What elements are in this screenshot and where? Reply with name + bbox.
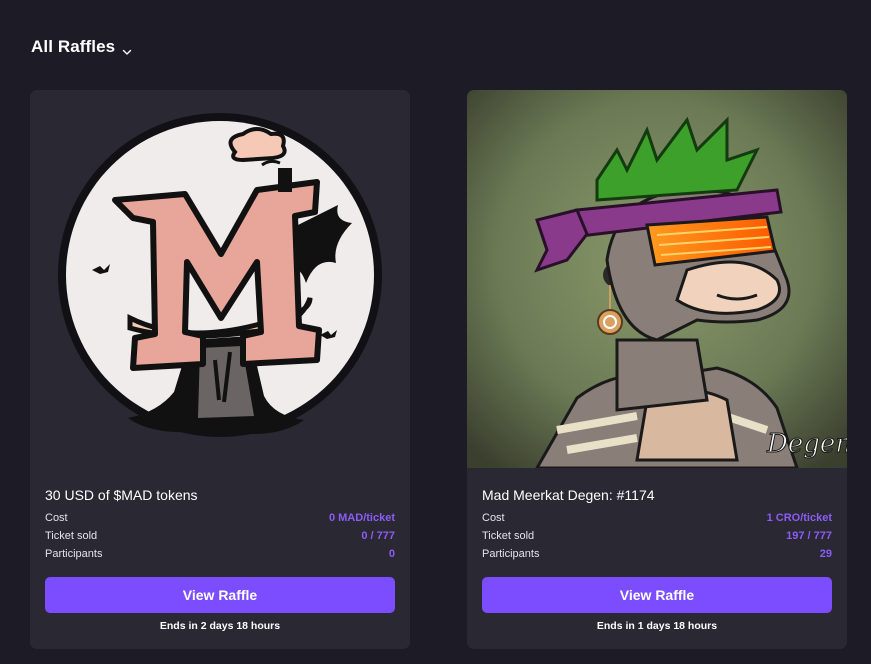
- participants-row: Participants 0: [45, 547, 395, 561]
- ends-in-text: Ends in 2 days 18 hours: [159, 620, 281, 632]
- participants-label: Participants: [45, 548, 103, 560]
- chevron-down-icon: [122, 44, 132, 55]
- raffle-image[interactable]: Degen: [467, 90, 847, 468]
- cost-value: 1 CRO/ticket: [766, 512, 832, 524]
- tickets-sold-row: Ticket sold 197 / 777: [482, 529, 832, 543]
- participants-value: 29: [819, 548, 832, 560]
- mad-token-logo: [30, 90, 410, 468]
- cost-value: 0 MAD/ticket: [328, 512, 395, 524]
- raffle-name: 30 USD of $MAD tokens: [45, 487, 198, 503]
- tickets-sold-value: 197 / 777: [786, 530, 832, 542]
- cost-label: Cost: [45, 512, 68, 524]
- cost-row: Cost 1 CRO/ticket: [482, 511, 832, 525]
- tickets-sold-label: Ticket sold: [45, 530, 98, 542]
- ends-in-text: Ends in 1 days 18 hours: [596, 620, 718, 632]
- participants-label: Participants: [482, 548, 540, 560]
- meerkat-degen-nft: Degen: [467, 90, 847, 468]
- tickets-sold-value: 0 / 777: [361, 530, 395, 542]
- tickets-sold-row: Ticket sold 0 / 777: [45, 529, 395, 543]
- view-raffle-button[interactable]: View Raffle: [482, 577, 832, 613]
- signature-text: Degen: [766, 429, 847, 459]
- cost-row: Cost 0 MAD/ticket: [45, 511, 395, 525]
- cost-label: Cost: [482, 512, 505, 524]
- raffles-filter-dropdown[interactable]: All Raffles: [31, 37, 132, 57]
- page-title: All Raffles: [31, 37, 116, 56]
- view-raffle-button[interactable]: View Raffle: [45, 577, 395, 613]
- raffle-image[interactable]: [30, 90, 410, 468]
- raffle-card: 30 USD of $MAD tokens Cost 0 MAD/ticket …: [30, 90, 410, 649]
- raffle-card: Degen Mad Meerkat Degen: #1174 Cost 1 CR…: [467, 90, 847, 649]
- raffle-name: Mad Meerkat Degen: #1174: [482, 487, 655, 503]
- participants-row: Participants 29: [482, 547, 832, 561]
- tickets-sold-label: Ticket sold: [482, 530, 535, 542]
- participants-value: 0: [388, 548, 395, 560]
